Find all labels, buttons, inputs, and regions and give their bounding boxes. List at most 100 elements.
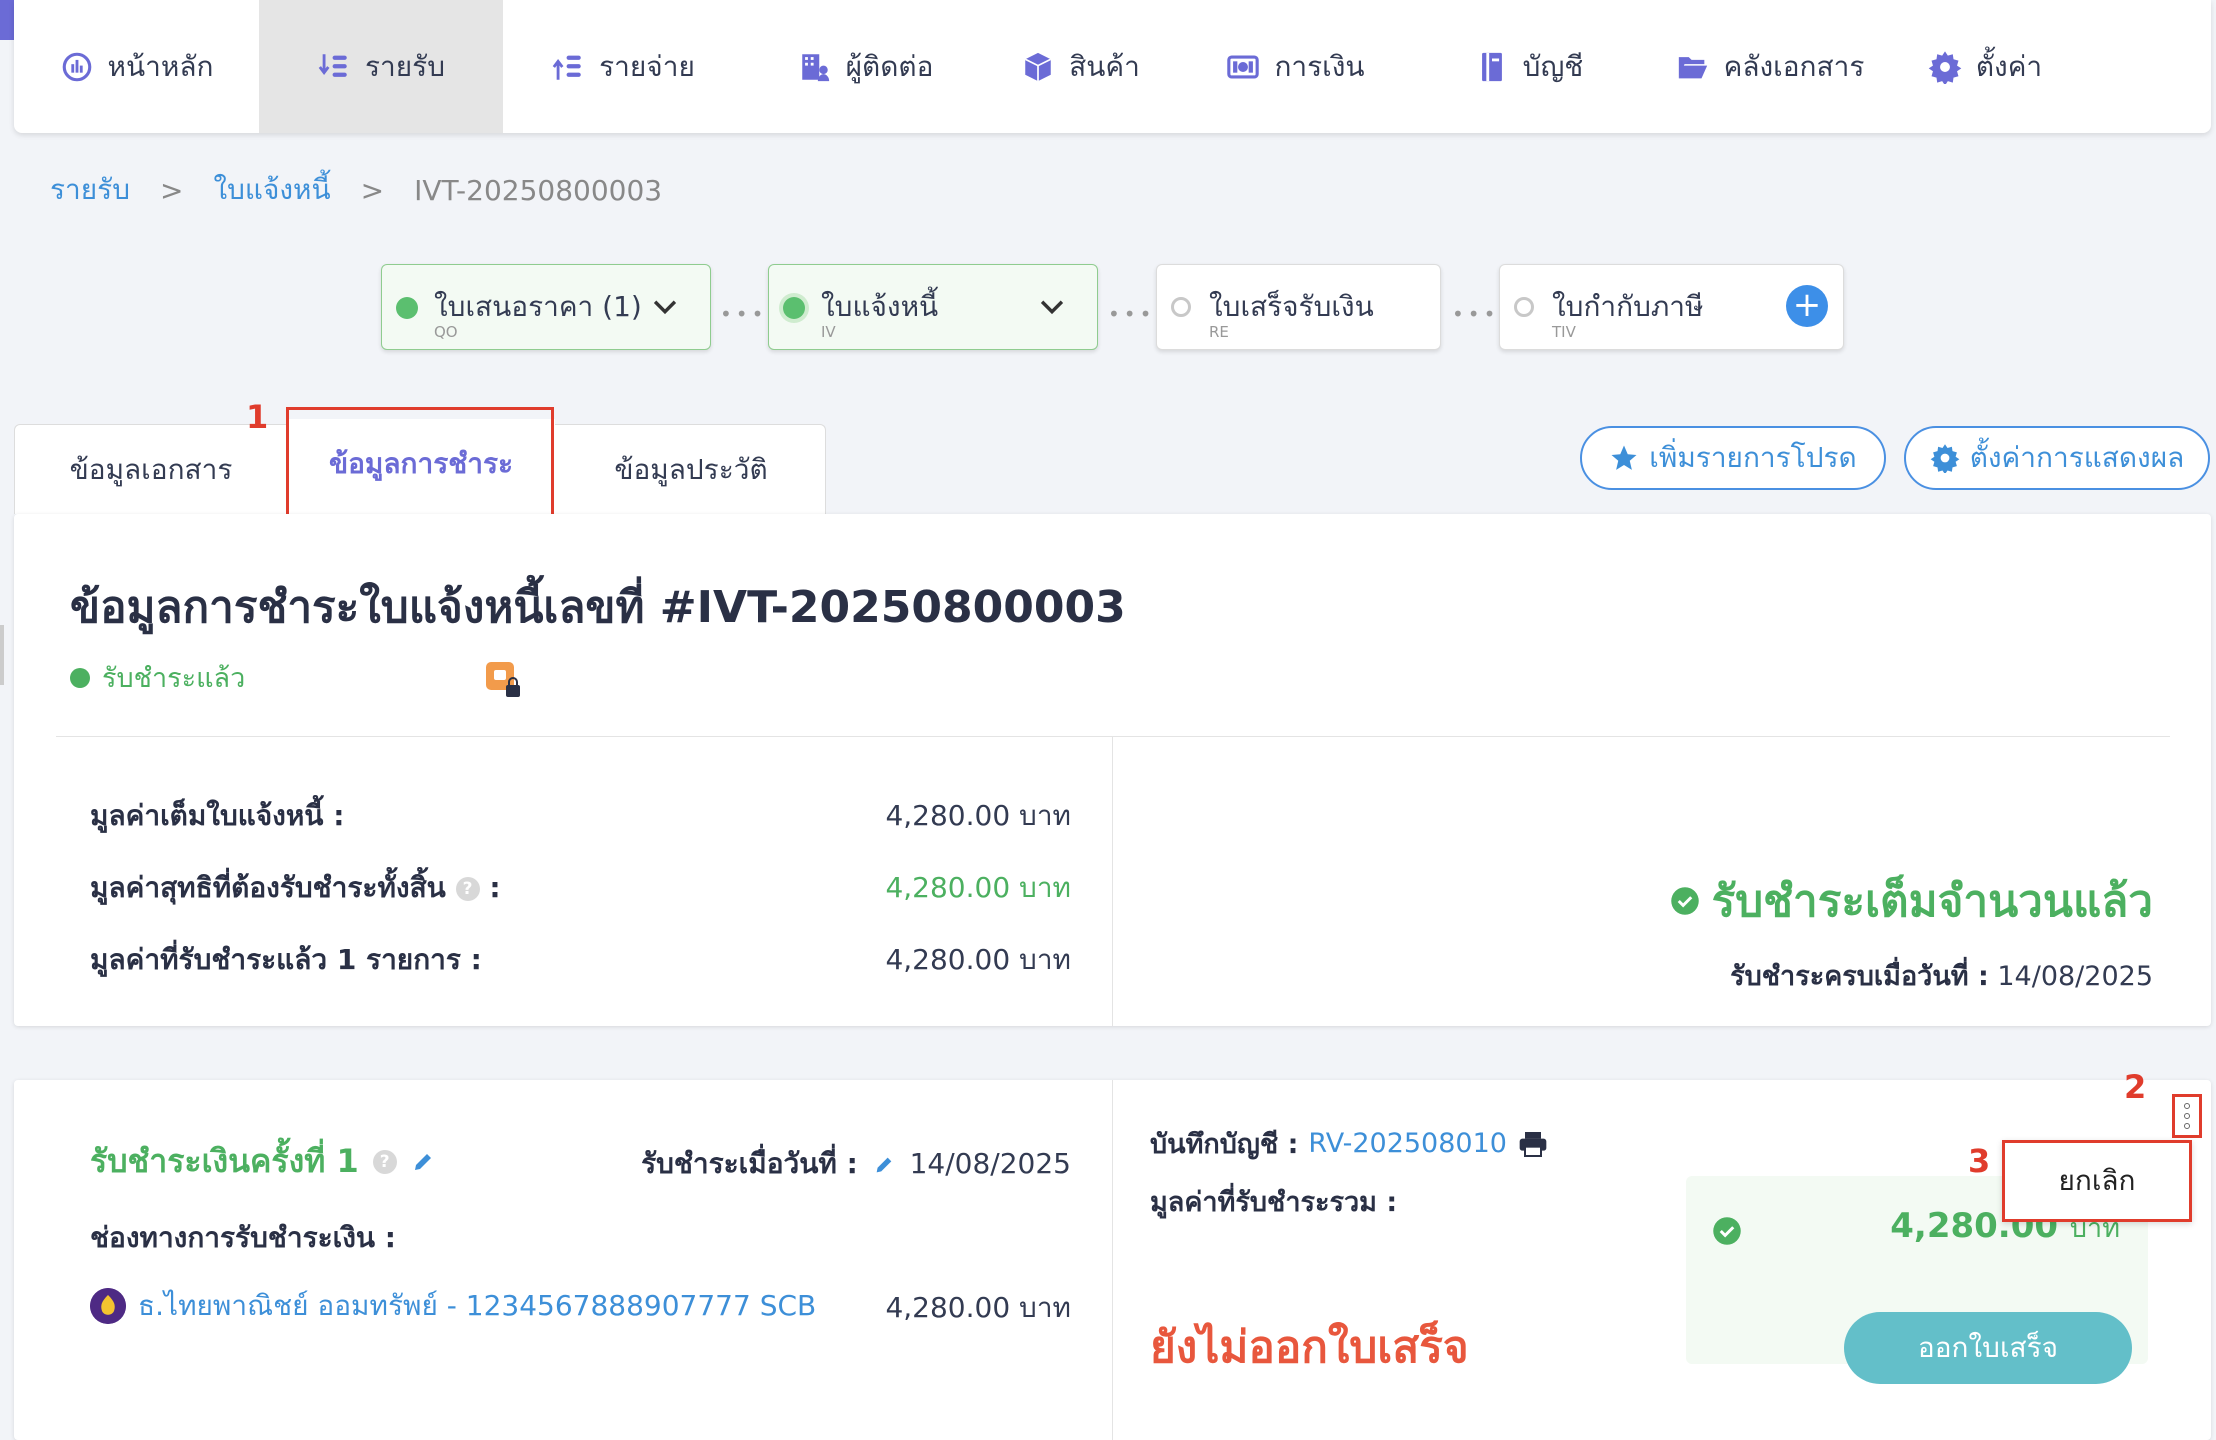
- nav-item-contacts[interactable]: ผู้ติดต่อ: [743, 0, 988, 133]
- gear-icon: [1930, 444, 1960, 473]
- top-navigation: หน้าหลัก รายรับ รายจ่าย ผู้ติดต่อ สินค้า…: [14, 0, 2211, 133]
- status-text: รับชำระแล้ว: [102, 663, 246, 694]
- print-icon[interactable]: [1517, 1128, 1549, 1160]
- nav-label-accounting: บัญชี: [1522, 49, 1584, 83]
- nav-label-finance: การเงิน: [1274, 49, 1365, 83]
- add-document-button[interactable]: +: [1786, 285, 1828, 327]
- tab-history-info[interactable]: ข้อมูลประวัติ: [555, 425, 827, 515]
- status-dot: [783, 297, 805, 319]
- payment-date-value: 14/08/2025: [909, 1147, 1071, 1180]
- breadcrumb-separator: >: [360, 173, 385, 207]
- bank-account-name[interactable]: ธ.ไทยพาณิชย์ ออมทรัพย์ - 123456788890777…: [138, 1284, 816, 1328]
- account-record-label: บันทึกบัญชี :: [1150, 1129, 1299, 1160]
- flow-connector: •••: [1108, 302, 1156, 326]
- add-favorite-label: เพิ่มรายการโปรด: [1649, 441, 1857, 474]
- nav-label-contacts: ผู้ติดต่อ: [845, 49, 934, 83]
- edit-icon[interactable]: [411, 1150, 435, 1174]
- income-icon: [318, 53, 347, 77]
- breadcrumb: รายรับ > ใบแจ้งหนี้ > IVT-20250800003: [50, 168, 662, 212]
- flow-step-invoice[interactable]: ใบแจ้งหนี้ IV: [768, 264, 1098, 350]
- nav-item-expense[interactable]: รายจ่าย: [503, 0, 743, 133]
- menu-item-cancel[interactable]: ยกเลิก: [2002, 1140, 2192, 1222]
- flow-step-quotation[interactable]: ใบเสนอราคา (1) QO: [381, 264, 711, 350]
- breadcrumb-separator: >: [159, 173, 184, 207]
- more-options-button[interactable]: [2172, 1094, 2202, 1138]
- flow-step-label: ใบแจ้งหนี้: [821, 290, 939, 323]
- star-icon: [1611, 445, 1637, 470]
- payment-date: รับชำระเมื่อวันที่ : 14/08/2025: [641, 1142, 1071, 1186]
- folder-icon: [1678, 56, 1707, 78]
- full-invoice-value: 4,280.00 บาท: [885, 799, 1071, 832]
- nav-item-home[interactable]: หน้าหลัก: [14, 0, 259, 133]
- kebab-dot: [2184, 1113, 2190, 1119]
- breadcrumb-current: IVT-20250800003: [414, 173, 663, 207]
- received-value-label: มูลค่าที่รับชำระแล้ว 1 รายการ :: [90, 943, 482, 976]
- nav-item-settings[interactable]: ตั้งค่า: [1900, 0, 2070, 133]
- nav-label-home: หน้าหลัก: [107, 49, 214, 83]
- fully-paid-status: รับชำระเต็มจำนวนแล้ว: [1670, 866, 2153, 936]
- contacts-icon: [801, 53, 829, 81]
- nav-item-finance[interactable]: การเงิน: [1173, 0, 1418, 133]
- flow-step-code: QO: [434, 323, 458, 341]
- net-receivable-value: 4,280.00 บาท: [885, 871, 1071, 904]
- payment-channel-amount: 4,280.00 บาท: [885, 1291, 1071, 1324]
- display-settings-label: ตั้งค่าการแสดงผล: [1969, 441, 2185, 474]
- annotation-number-2: 2: [2124, 1068, 2147, 1106]
- ledger-icon: [1481, 52, 1502, 81]
- annotation-number-3: 3: [1968, 1142, 1991, 1180]
- flow-step-receipt[interactable]: ใบเสร็จรับเงิน RE: [1156, 264, 1441, 350]
- gear-icon: [1928, 50, 1962, 84]
- payment-date-label: รับชำระเมื่อวันที่ :: [641, 1147, 858, 1180]
- nav-item-income[interactable]: รายรับ: [259, 0, 503, 133]
- nav-item-products[interactable]: สินค้า: [988, 0, 1173, 133]
- status-dot: [1514, 297, 1534, 317]
- flow-step-code: RE: [1209, 323, 1229, 341]
- flow-connector: •••: [720, 302, 768, 326]
- flow-step-label: ใบเสนอราคา (1): [434, 290, 642, 323]
- payment-record-title-text: รับชำระเงินครั้งที่ 1: [90, 1142, 359, 1180]
- flow-step-code: TIV: [1552, 323, 1576, 341]
- breadcrumb-invoice[interactable]: ใบแจ้งหนี้: [213, 168, 330, 212]
- status-badge: รับชำระแล้ว: [70, 656, 245, 699]
- kebab-dot: [2184, 1103, 2190, 1109]
- help-icon[interactable]: ?: [455, 877, 480, 901]
- breadcrumb-income[interactable]: รายรับ: [50, 168, 130, 212]
- account-record: บันทึกบัญชี : RV-202508010: [1150, 1122, 1549, 1165]
- nav-item-accounting[interactable]: บัญชี: [1418, 0, 1640, 133]
- net-receivable-label-text: มูลค่าสุทธิที่ต้องรับชำระทั้งสิ้น: [90, 871, 446, 904]
- divider: [56, 736, 2170, 737]
- nav-label-documents: คลังเอกสาร: [1723, 49, 1865, 83]
- add-favorite-button[interactable]: เพิ่มรายการโปรด: [1580, 426, 1886, 490]
- help-icon[interactable]: ?: [372, 1149, 397, 1174]
- left-edge-marker: [0, 625, 4, 685]
- nav-item-documents[interactable]: คลังเอกสาร: [1640, 0, 1900, 133]
- check-circle-icon: [1670, 887, 1699, 915]
- fully-paid-date: รับชำระครบเมื่อวันที่ : 14/08/2025: [1730, 954, 2153, 997]
- nav-label-products: สินค้า: [1069, 49, 1140, 83]
- flow-step-label: ใบเสร็จรับเงิน: [1209, 290, 1374, 323]
- tab-document-info[interactable]: ข้อมูลเอกสาร: [15, 425, 287, 515]
- chevron-down-icon[interactable]: [648, 289, 682, 323]
- accent-strip: [0, 0, 14, 40]
- payment-summary-card: ข้อมูลการชำระใบแจ้งหนี้เลขที่ #IVT-20250…: [14, 514, 2211, 1026]
- bank-logo-icon: [90, 1288, 126, 1324]
- full-invoice-value-label: มูลค่าเต็มใบแจ้งหนี้ :: [90, 799, 345, 832]
- payment-record-title: รับชำระเงินครั้งที่ 1 ?: [90, 1136, 435, 1187]
- nav-label-income: รายรับ: [365, 49, 445, 83]
- annotation-number-1: 1: [246, 398, 269, 436]
- page-title: ข้อมูลการชำระใบแจ้งหนี้เลขที่ #IVT-20250…: [70, 582, 1126, 633]
- net-receivable-label: มูลค่าสุทธิที่ต้องรับชำระทั้งสิ้น ? :: [90, 866, 501, 910]
- payment-channel-item[interactable]: ธ.ไทยพาณิชย์ ออมทรัพย์ - 123456788890777…: [90, 1284, 816, 1328]
- locked-document-icon[interactable]: [484, 660, 524, 700]
- issue-receipt-button[interactable]: ออกใบเสร็จ: [1844, 1312, 2132, 1384]
- edit-icon[interactable]: [873, 1154, 895, 1176]
- chevron-down-icon[interactable]: [1035, 289, 1069, 323]
- kebab-dot: [2184, 1123, 2190, 1129]
- display-settings-button[interactable]: ตั้งค่าการแสดงผล: [1904, 426, 2210, 490]
- colon: :: [489, 871, 501, 904]
- total-received-label: มูลค่าที่รับชำระรวม :: [1150, 1187, 1398, 1218]
- divider: [1112, 1080, 1113, 1440]
- check-circle-icon: [1713, 1217, 1741, 1245]
- account-record-link[interactable]: RV-202508010: [1308, 1128, 1507, 1159]
- dashboard-icon: [62, 52, 91, 81]
